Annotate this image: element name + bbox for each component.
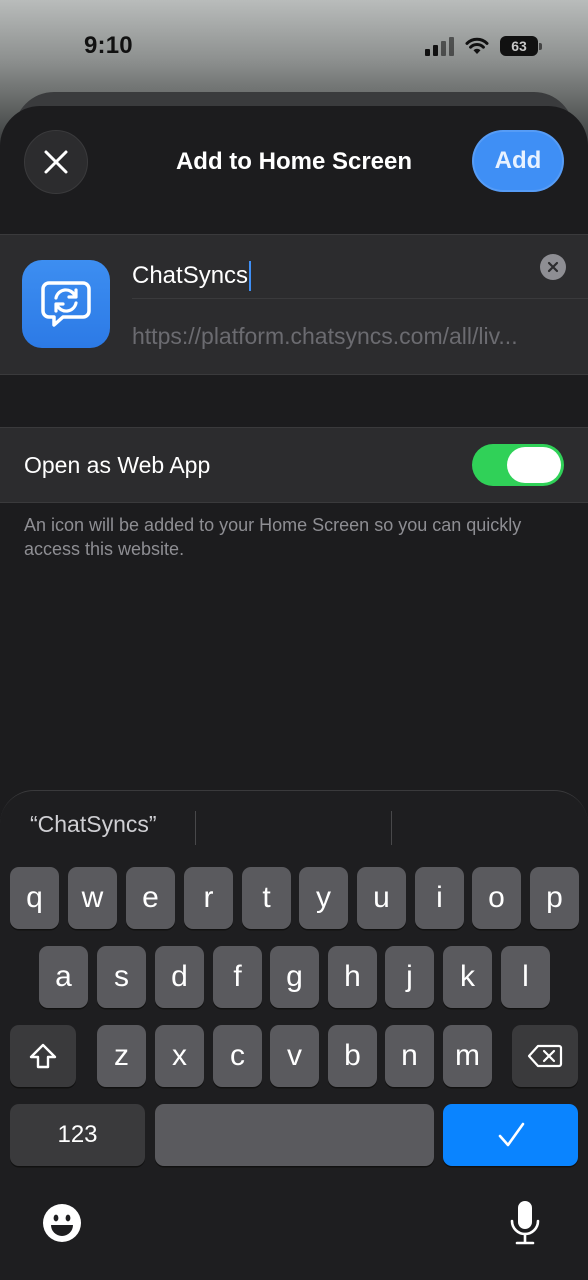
chat-sync-icon (41, 281, 91, 327)
key-n[interactable]: n (385, 1025, 434, 1087)
shortcut-name-input[interactable]: ChatSyncs (132, 253, 564, 299)
web-app-toggle[interactable] (472, 444, 564, 486)
key-k[interactable]: k (443, 946, 492, 1008)
emoji-icon (43, 1204, 81, 1242)
dictation-button[interactable] (508, 1199, 542, 1247)
key-v[interactable]: v (270, 1025, 319, 1087)
key-j[interactable]: j (385, 946, 434, 1008)
backspace-icon (527, 1044, 563, 1068)
emoji-button[interactable] (42, 1203, 82, 1243)
app-icon (22, 260, 110, 348)
suggestion-1[interactable]: “ChatSyncs” (30, 811, 157, 838)
shift-key[interactable] (10, 1025, 76, 1087)
key-t[interactable]: t (242, 867, 291, 929)
key-l[interactable]: l (501, 946, 550, 1008)
key-p[interactable]: p (530, 867, 579, 929)
key-r[interactable]: r (184, 867, 233, 929)
key-e[interactable]: e (126, 867, 175, 929)
shortcut-name-value: ChatSyncs (132, 262, 249, 289)
key-i[interactable]: i (415, 867, 464, 929)
shift-icon (29, 1043, 57, 1069)
text-caret (249, 261, 252, 291)
clear-text-button[interactable] (540, 254, 566, 280)
microphone-icon (510, 1201, 540, 1245)
sheet-header: Add to Home Screen Add (0, 106, 588, 236)
key-g[interactable]: g (270, 946, 319, 1008)
key-s[interactable]: s (97, 946, 146, 1008)
key-b[interactable]: b (328, 1025, 377, 1087)
key-m[interactable]: m (443, 1025, 492, 1087)
done-key[interactable] (443, 1104, 578, 1166)
web-app-row: Open as Web App (0, 427, 588, 503)
suggestion-divider (195, 811, 196, 845)
key-o[interactable]: o (472, 867, 521, 929)
numbers-key[interactable]: 123 (10, 1104, 145, 1166)
clear-icon (547, 261, 559, 273)
battery-icon: 63 (500, 36, 542, 56)
key-h[interactable]: h (328, 946, 377, 1008)
key-u[interactable]: u (357, 867, 406, 929)
key-q[interactable]: q (10, 867, 59, 929)
wifi-icon (465, 37, 489, 54)
key-y[interactable]: y (299, 867, 348, 929)
status-time: 9:10 (84, 32, 133, 59)
key-w[interactable]: w (68, 867, 117, 929)
key-d[interactable]: d (155, 946, 204, 1008)
key-z[interactable]: z (97, 1025, 146, 1087)
checkmark-icon (498, 1122, 524, 1147)
shortcut-url: https://platform.chatsyncs.com/all/liv..… (132, 323, 518, 349)
field-divider (132, 298, 588, 299)
battery-level: 63 (511, 38, 527, 54)
suggestion-bar: “ChatSyncs” (0, 791, 588, 863)
key-x[interactable]: x (155, 1025, 204, 1087)
shortcut-info-group: ChatSyncs https://platform.chatsyncs.com… (0, 234, 588, 375)
footnote-text: An icon will be added to your Home Scree… (24, 515, 522, 559)
delete-key[interactable] (512, 1025, 578, 1087)
suggestion-divider (391, 811, 392, 845)
status-bar: 9:10 63 (0, 0, 588, 92)
space-key[interactable] (155, 1104, 434, 1166)
keyboard: “ChatSyncs” q w e r t y u i o p a s d f … (0, 790, 588, 1280)
add-button[interactable]: Add (472, 130, 564, 192)
key-f[interactable]: f (213, 946, 262, 1008)
web-app-label: Open as Web App (24, 452, 211, 478)
key-c[interactable]: c (213, 1025, 262, 1087)
key-a[interactable]: a (39, 946, 88, 1008)
toggle-knob (507, 447, 561, 483)
cellular-signal-icon (425, 36, 454, 56)
